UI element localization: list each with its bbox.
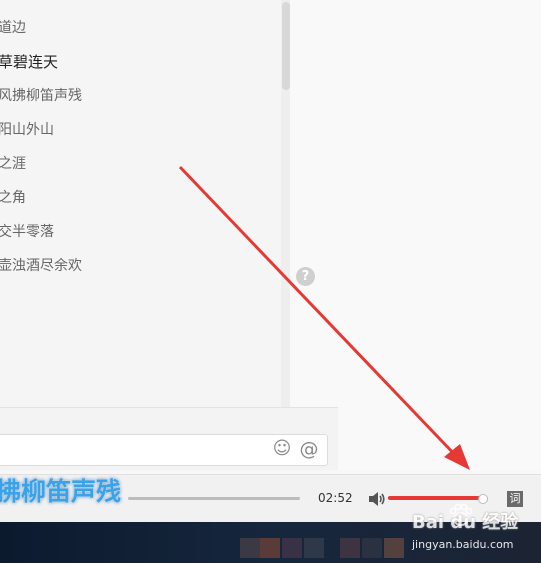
annotation-arrow [178, 165, 470, 470]
